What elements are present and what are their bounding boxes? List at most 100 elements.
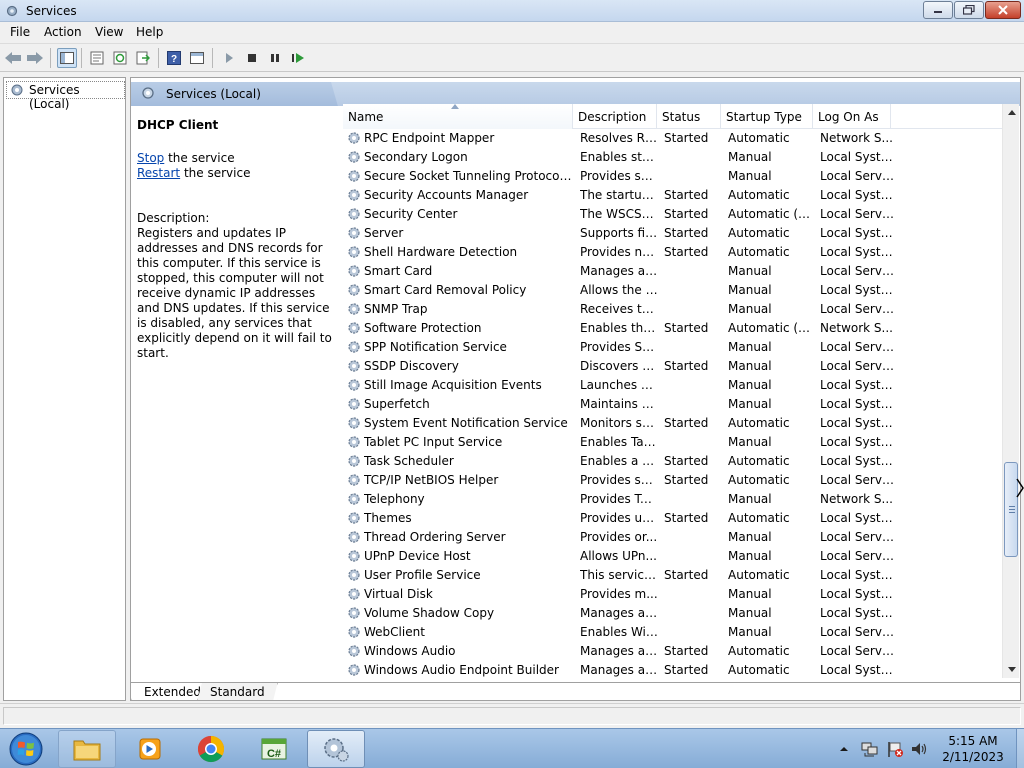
table-row[interactable]: TCP/IP NetBIOS Helper Provides su... Start… xyxy=(343,471,1018,490)
table-row[interactable]: SSDP Discovery Discovers n... Started Manua… xyxy=(343,357,1018,376)
status-bar xyxy=(0,703,1024,727)
service-description-cell: Provides m... xyxy=(580,587,658,601)
table-row[interactable]: Smart Card Manages ac... Manual Local Servi… xyxy=(343,262,1018,281)
table-row[interactable]: Windows Audio Manages au... Started Automat… xyxy=(343,642,1018,661)
service-startup-type: Manual xyxy=(728,169,772,183)
service-name: Thread Ordering Server xyxy=(364,530,506,544)
service-startup-type: Manual xyxy=(728,587,772,601)
table-row[interactable]: Still Image Acquisition Events Launches a… xyxy=(343,376,1018,395)
menu-file[interactable]: File xyxy=(10,25,30,39)
table-row[interactable]: Security Accounts Manager The startup ...… xyxy=(343,186,1018,205)
network-icon[interactable] xyxy=(860,740,880,758)
console-tree-icon xyxy=(60,52,74,64)
services-gear-icon xyxy=(6,5,18,17)
column-header-log-on-as[interactable]: Log On As xyxy=(813,104,891,129)
service-log-on-as: Local Service xyxy=(820,340,894,354)
scroll-down-button[interactable] xyxy=(1003,661,1020,678)
service-name: Smart Card Removal Policy xyxy=(364,283,527,297)
tab-standard[interactable]: Standard xyxy=(197,683,278,700)
close-button[interactable] xyxy=(985,1,1021,19)
menu-view[interactable]: View xyxy=(95,25,123,39)
services-list[interactable]: Name Description Status Startup Type Log… xyxy=(343,104,1018,678)
service-startup-type: Automatic xyxy=(728,473,790,487)
table-row[interactable]: Windows Audio Endpoint Builder Manages au… xyxy=(343,661,1018,678)
table-row[interactable]: SNMP Trap Receives tra... Manual Local Serv… xyxy=(343,300,1018,319)
stop-service-button[interactable] xyxy=(242,48,262,68)
clock-date: 2/11/2023 xyxy=(942,750,1004,764)
service-status: Started xyxy=(664,207,709,221)
table-row[interactable]: User Profile Service This service ... Star… xyxy=(343,566,1018,585)
back-button[interactable] xyxy=(3,48,23,68)
service-log-on-as: Local Service xyxy=(820,473,894,487)
table-row[interactable]: Server Supports fil... Started Automatic Loc… xyxy=(343,224,1018,243)
menu-help[interactable]: Help xyxy=(136,25,163,39)
stop-service-link[interactable]: Stop xyxy=(137,151,164,165)
table-row[interactable]: Tablet PC Input Service Enables Tab... Man… xyxy=(343,433,1018,452)
taskbar-file-explorer[interactable] xyxy=(58,730,116,768)
export-list-button[interactable] xyxy=(133,48,153,68)
service-gear-icon xyxy=(348,588,360,600)
show-hide-console-tree-button[interactable] xyxy=(57,48,77,68)
column-header-description[interactable]: Description xyxy=(573,104,657,129)
properties-button[interactable] xyxy=(87,48,107,68)
minimize-button[interactable] xyxy=(923,1,953,19)
show-action-pane-button[interactable] xyxy=(187,48,207,68)
folder-icon xyxy=(73,740,101,761)
service-name: SSDP Discovery xyxy=(364,359,459,373)
table-row[interactable]: Security Center The WSCSV... Started Automa… xyxy=(343,205,1018,224)
table-row[interactable]: System Event Notification Service Monitor… xyxy=(343,414,1018,433)
service-startup-type: Manual xyxy=(728,264,772,278)
refresh-button[interactable] xyxy=(110,48,130,68)
table-row[interactable]: Virtual Disk Provides m... Manual Local Sys… xyxy=(343,585,1018,604)
volume-icon[interactable] xyxy=(910,740,928,758)
restart-service-button[interactable] xyxy=(288,48,308,68)
service-log-on-as: Local Service xyxy=(820,302,894,316)
show-hidden-icons-icon[interactable] xyxy=(838,743,850,755)
taskbar-media-player[interactable] xyxy=(120,730,178,768)
menu-action[interactable]: Action xyxy=(44,25,82,39)
column-header-startup-type[interactable]: Startup Type xyxy=(721,104,813,129)
service-name: Superfetch xyxy=(364,397,430,411)
table-row[interactable]: Shell Hardware Detection Provides no... St… xyxy=(343,243,1018,262)
column-header-status[interactable]: Status xyxy=(657,104,721,129)
pane-header-title: Services (Local) xyxy=(166,87,261,101)
taskbar-csharp-editor[interactable]: C# xyxy=(245,730,303,768)
table-row[interactable]: Themes Provides us... Started Automatic Loca… xyxy=(343,509,1018,528)
table-row[interactable]: Superfetch Maintains a... Manual Local Syst… xyxy=(343,395,1018,414)
pause-service-button[interactable] xyxy=(265,48,285,68)
service-gear-icon xyxy=(348,664,360,676)
system-clock[interactable]: 5:15 AM 2/11/2023 xyxy=(930,733,1016,765)
console-tree[interactable]: Services (Local) xyxy=(3,77,126,701)
table-row[interactable]: WebClient Enables Win... Manual Local Servi… xyxy=(343,623,1018,642)
show-desktop-button[interactable] xyxy=(1016,729,1024,768)
extended-description-panel: DHCP Client Stop the service Restart the… xyxy=(137,118,337,361)
restart-service-link[interactable]: Restart xyxy=(137,166,180,180)
vertical-scrollbar[interactable] xyxy=(1002,104,1019,678)
title-bar[interactable]: Services xyxy=(0,0,1024,22)
column-header-name[interactable]: Name xyxy=(343,104,573,129)
start-service-button[interactable] xyxy=(219,48,239,68)
forward-button[interactable] xyxy=(25,48,45,68)
taskbar-chrome[interactable] xyxy=(182,730,240,768)
table-row[interactable]: Volume Shadow Copy Manages an... Manual Loc… xyxy=(343,604,1018,623)
tree-item-services-local[interactable]: Services (Local) xyxy=(6,81,125,111)
table-row[interactable]: RPC Endpoint Mapper Resolves RP... Started… xyxy=(343,129,1018,148)
start-button[interactable] xyxy=(2,730,50,768)
service-name: Security Center xyxy=(364,207,458,221)
table-row[interactable]: Task Scheduler Enables a us... Started Auto… xyxy=(343,452,1018,471)
table-row[interactable]: Software Protection Enables the ... Starte… xyxy=(343,319,1018,338)
table-row[interactable]: SPP Notification Service Provides So... Ma… xyxy=(343,338,1018,357)
table-row[interactable]: Smart Card Removal Policy Allows the s...… xyxy=(343,281,1018,300)
restore-button[interactable] xyxy=(954,1,984,19)
scrollbar-thumb[interactable] xyxy=(1004,462,1018,557)
scroll-up-button[interactable] xyxy=(1003,104,1020,121)
action-center-flag-icon[interactable] xyxy=(886,740,904,758)
table-row[interactable]: Secure Socket Tunneling Protocol Ser... P… xyxy=(343,167,1018,186)
table-row[interactable]: Secondary Logon Enables star... Manual Loca… xyxy=(343,148,1018,167)
table-row[interactable]: UPnP Device Host Allows UPn... Manual Local… xyxy=(343,547,1018,566)
help-button[interactable]: ? xyxy=(164,48,184,68)
table-row[interactable]: Thread Ordering Server Provides or... Manu… xyxy=(343,528,1018,547)
taskbar-services[interactable] xyxy=(307,730,365,768)
service-status: Started xyxy=(664,321,709,335)
table-row[interactable]: Telephony Provides Tel... Manual Network S.… xyxy=(343,490,1018,509)
